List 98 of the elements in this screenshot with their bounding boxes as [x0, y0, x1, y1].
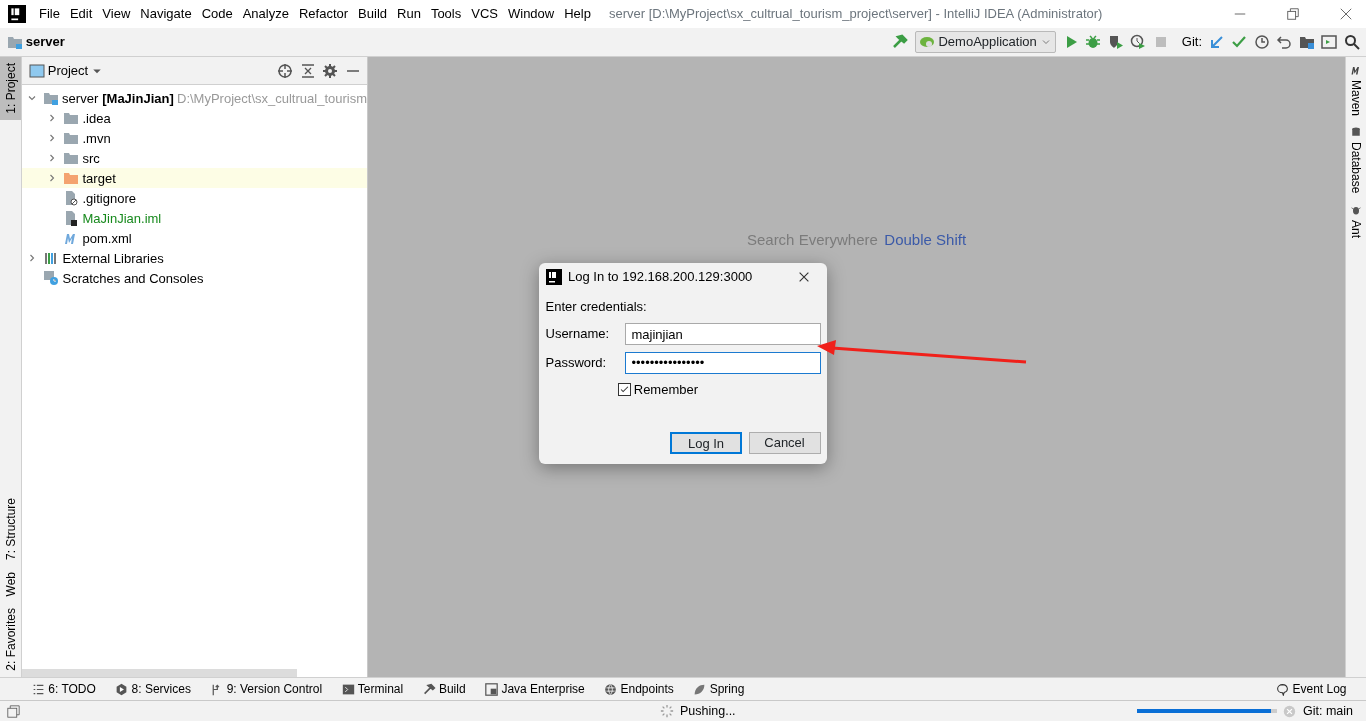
- tree-item[interactable]: target: [82, 168, 116, 188]
- dialog-button[interactable]: Cancel: [748, 432, 821, 454]
- menu-item[interactable]: Build: [353, 4, 392, 24]
- collapse-icon[interactable]: [299, 62, 316, 79]
- terminal-icon: [341, 682, 355, 696]
- tool-window-button[interactable]: 9: Version Control: [210, 680, 323, 698]
- tree-item[interactable]: External Libraries: [62, 248, 164, 268]
- tool-window-tab[interactable]: 7: Structure: [0, 491, 21, 566]
- tool-window-tab[interactable]: Database: [1344, 119, 1366, 198]
- restore-icon[interactable]: [1286, 7, 1300, 21]
- hammer-icon[interactable]: [892, 34, 909, 50]
- menu-item[interactable]: Tools: [425, 4, 467, 24]
- remember-checkbox[interactable]: Remember: [617, 380, 821, 400]
- tool-window-tab[interactable]: 1: Project: [0, 57, 21, 120]
- field-label: Username:: [545, 325, 610, 344]
- panel-title-dropdown[interactable]: Project: [47, 60, 89, 81]
- menu-item[interactable]: Navigate: [135, 4, 197, 24]
- menu-item[interactable]: Help: [559, 4, 596, 24]
- field-label: Password:: [545, 353, 607, 372]
- menu-item[interactable]: Run: [392, 4, 426, 24]
- tool-window-button[interactable]: Terminal: [341, 680, 404, 698]
- dialog-button[interactable]: Log In: [670, 432, 742, 454]
- menu-item[interactable]: Code: [196, 4, 238, 24]
- folder-icon: [63, 170, 80, 187]
- input-field[interactable]: ••••••••••••••••: [624, 351, 821, 374]
- menu-item[interactable]: Edit: [64, 4, 98, 24]
- menu-item[interactable]: Analyze: [237, 4, 294, 24]
- git-branch[interactable]: Git: main: [1303, 701, 1353, 721]
- hammer-icon: [422, 682, 436, 696]
- speech-bubble-icon: [1276, 682, 1290, 696]
- coverage-icon[interactable]: [1107, 34, 1124, 50]
- status-text: Pushing...: [680, 702, 736, 720]
- tree-item[interactable]: .mvn: [82, 128, 111, 148]
- settings-icon[interactable]: [322, 62, 338, 79]
- locate-icon[interactable]: [277, 62, 293, 79]
- bug-icon[interactable]: [1085, 34, 1102, 50]
- list-icon: [32, 682, 45, 696]
- close-icon[interactable]: [1339, 7, 1353, 21]
- shortcut-text: Double Shift: [884, 230, 967, 250]
- menu-item[interactable]: Refactor: [293, 4, 354, 24]
- menu-item[interactable]: Window: [502, 4, 560, 24]
- horizontal-scrollbar[interactable]: [22, 669, 297, 677]
- hint-text: Search Everywhere: [746, 230, 878, 250]
- rollback-icon[interactable]: [1276, 34, 1292, 50]
- profiler-icon[interactable]: [1130, 34, 1147, 50]
- tool-window-tab[interactable]: Web: [0, 565, 21, 603]
- scratch-icon: [43, 270, 60, 287]
- folder-icon: [42, 90, 59, 107]
- database-icon: [1350, 126, 1362, 139]
- file-icon: [63, 210, 80, 227]
- window-title: server [D:\MyProject\sx_cultrual_tourism_project\server] - IntelliJ IDEA (Administrator): [608, 5, 1103, 24]
- search-icon[interactable]: [1343, 34, 1360, 50]
- run-anything-icon[interactable]: [1321, 34, 1337, 50]
- tree-item[interactable]: Scratches and Consoles: [62, 268, 204, 288]
- file-icon: [63, 190, 80, 207]
- update-icon[interactable]: [1208, 34, 1225, 50]
- app-logo-icon: [545, 269, 562, 285]
- breadcrumb[interactable]: server: [25, 32, 65, 52]
- tool-window-button[interactable]: Java Enterprise: [485, 680, 585, 698]
- tool-window-button[interactable]: Event Log: [1276, 680, 1347, 698]
- tool-window-button[interactable]: 6: TODO: [32, 680, 96, 698]
- folder-icon: [63, 110, 80, 127]
- check-icon[interactable]: [1231, 34, 1247, 50]
- tool-window-toggle-icon[interactable]: [6, 704, 20, 718]
- panel-icon: [28, 62, 45, 79]
- play-icon: [115, 682, 129, 696]
- menu-item[interactable]: View: [97, 4, 136, 24]
- tool-window-tab[interactable]: Ant: [1344, 197, 1366, 242]
- tool-window-tab[interactable]: Maven: [1344, 57, 1366, 120]
- folder-icon: [6, 34, 23, 50]
- spring-boot-icon: [919, 34, 936, 50]
- tree-item[interactable]: pom.xml: [82, 228, 132, 248]
- tree-item[interactable]: server [MaJinJian]: [62, 88, 174, 108]
- tool-window-button[interactable]: 8: Services: [115, 680, 191, 698]
- spinner-icon: [659, 704, 674, 718]
- app-logo-icon: [8, 5, 26, 23]
- leaf-icon: [693, 682, 707, 696]
- tree-item[interactable]: src: [82, 148, 100, 168]
- folder-icon: [63, 130, 80, 147]
- tree-item[interactable]: .idea: [82, 108, 111, 128]
- project-structure-icon[interactable]: [1298, 34, 1315, 50]
- module-icon: [485, 682, 499, 696]
- history-icon[interactable]: [1253, 34, 1270, 50]
- path-label: D:\MyProject\sx_cultrual_tourism: [177, 89, 367, 108]
- globe-icon: [604, 682, 618, 696]
- run-configuration-dropdown[interactable]: DemoApplication: [915, 31, 1057, 53]
- dialog-title: Log In to 192.168.200.129:3000: [568, 268, 753, 287]
- menu-item[interactable]: File: [34, 4, 65, 24]
- tool-window-button[interactable]: Spring: [693, 680, 745, 698]
- prompt-text: Enter credentials:: [545, 298, 648, 316]
- tool-window-button[interactable]: Build: [422, 680, 466, 698]
- tree-item[interactable]: MaJinJian.iml: [82, 208, 162, 228]
- tool-window-button[interactable]: Endpoints: [604, 680, 674, 698]
- git-label: Git:: [1181, 33, 1202, 52]
- tree-item[interactable]: .gitignore: [82, 188, 136, 208]
- menu-item[interactable]: VCS: [466, 4, 503, 24]
- input-field[interactable]: majinjian: [624, 323, 821, 345]
- tool-window-tab[interactable]: 2: Favorites: [0, 602, 21, 677]
